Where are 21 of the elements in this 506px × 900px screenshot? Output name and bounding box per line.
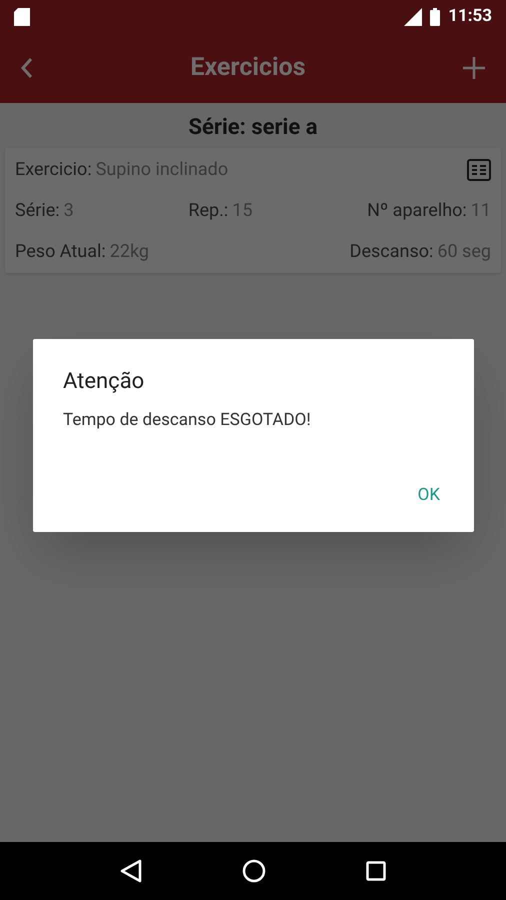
field-label: Série: xyxy=(15,199,60,223)
home-circle-icon[interactable] xyxy=(242,859,266,883)
chevron-left-icon xyxy=(20,56,34,80)
battery-icon xyxy=(430,8,440,26)
list-icon[interactable] xyxy=(467,158,491,180)
dialog-message: Tempo de descanso ESGOTADO! xyxy=(63,409,312,432)
back-triangle-icon[interactable] xyxy=(120,859,142,883)
field-label: Descanso: xyxy=(350,240,434,264)
clock: 11:53 xyxy=(448,4,492,28)
sd-card-icon xyxy=(14,8,30,26)
app-title: Exercicios xyxy=(190,52,306,84)
plus-icon xyxy=(462,56,486,80)
dialog-title: Atenção xyxy=(63,368,146,396)
signal-icon xyxy=(402,8,422,26)
field-label: Exercicio: xyxy=(15,158,92,182)
recents-square-icon[interactable] xyxy=(366,861,386,881)
ok-button[interactable]: OK xyxy=(406,476,452,514)
field-label: Peso Atual: xyxy=(15,240,106,264)
series-heading: Série: serie a xyxy=(187,114,319,142)
field-label: Nº aparelho: xyxy=(367,199,467,223)
field-label: Rep.: xyxy=(188,199,228,223)
